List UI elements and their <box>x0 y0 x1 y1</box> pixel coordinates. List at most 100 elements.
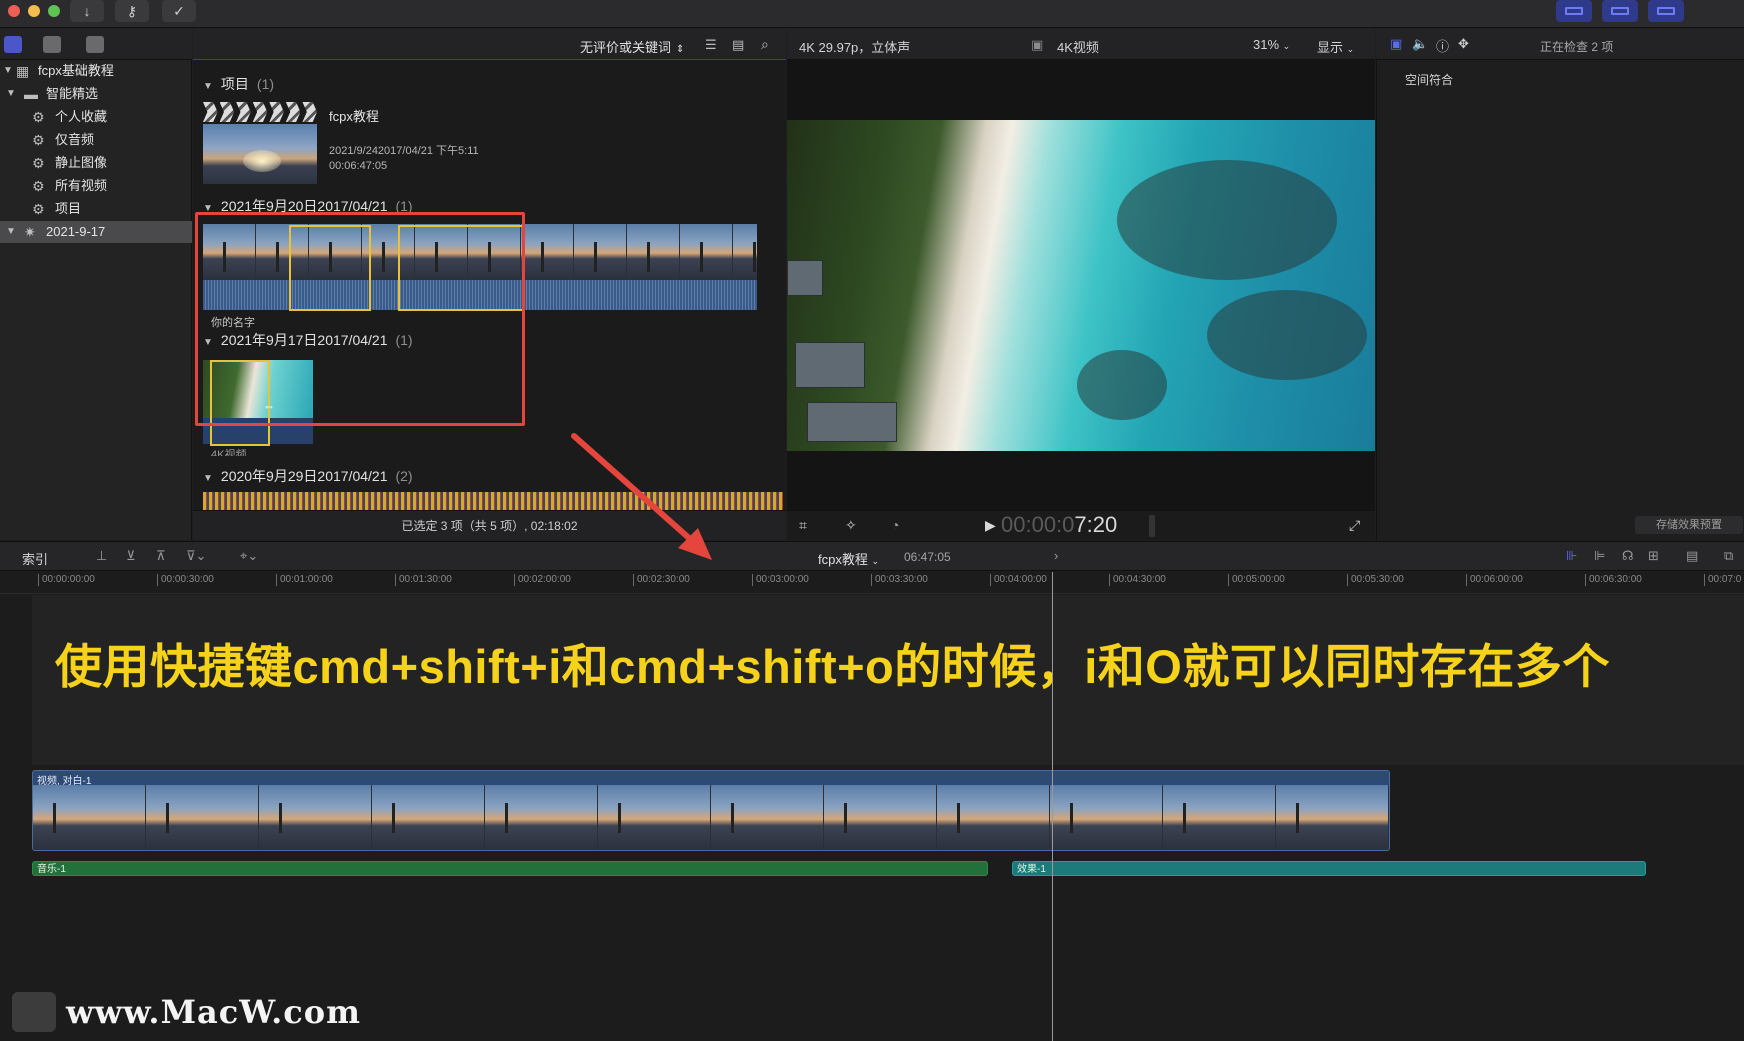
sidebar-item-favorites[interactable]: ⚙ 个人收藏 <box>0 106 192 128</box>
sidebar-item-stills[interactable]: ⚙ 静止图像 <box>0 152 192 174</box>
photos-audio-icon[interactable] <box>43 36 61 53</box>
tutorial-caption: 使用快捷键cmd+shift+i和cmd+shift+o的时候，i和O就可以同时… <box>55 640 1610 693</box>
insert-clip-icon[interactable]: ⊻ <box>126 548 136 564</box>
zoom-window-button[interactable] <box>48 5 60 17</box>
save-effects-preset-button[interactable]: 存储效果预置 <box>1635 516 1743 534</box>
background-tasks-icon[interactable]: ✓ <box>162 0 196 22</box>
viewer <box>787 60 1375 510</box>
project-clapper-icon <box>203 102 318 122</box>
group-header-projects[interactable]: ▼ 项目 (1) <box>203 74 274 94</box>
smart-folder-label: 智能精选 <box>46 86 99 101</box>
annotation-arrow <box>571 433 712 560</box>
updown-chevron-icon: ⇕ <box>676 44 685 55</box>
sidebar-item-projects[interactable]: ⚙ 项目 <box>0 198 192 220</box>
video-inspector-icon[interactable]: ▣ <box>1390 36 1402 52</box>
close-window-button[interactable] <box>8 5 20 17</box>
retime-speed-icon[interactable]: ◔ <box>891 517 899 533</box>
disclosure-icon[interactable]: ▼ <box>203 81 213 92</box>
chevron-right-icon[interactable]: › <box>1054 548 1058 563</box>
sidebar-item-event[interactable]: ▼ ✷ 2021-9-17 <box>0 221 192 243</box>
disclosure-icon[interactable]: ▼ <box>6 221 16 243</box>
filter-popup[interactable]: 无评价或关键词 ⇕ <box>580 37 684 56</box>
select-tool-icon[interactable]: ⌖⌄ <box>240 548 258 564</box>
connect-clip-icon[interactable]: ⊥ <box>96 548 107 564</box>
import-icon[interactable]: ↓ <box>70 0 104 22</box>
timecode-display[interactable]: 00:00:07:20 <box>1001 512 1117 538</box>
snapping-icon[interactable]: ⊞ <box>1648 548 1659 564</box>
info-icon[interactable]: ⓘ <box>1436 36 1449 55</box>
library-row[interactable]: ▼ ▦ fcpx基础教程 <box>0 60 192 82</box>
viewer-toolbar: 4K 29.97p，立体声 ▣ 4K视频 31% ⌄ 显示 ⌄ <box>787 29 1375 60</box>
inspector-toolbar: ▣ 🔈 ⓘ ✥ 正在检查 2 项 <box>1376 29 1744 60</box>
gear-icon: ⚙ <box>32 132 45 148</box>
format-label: 4K 29.97p，立体声 <box>799 40 911 55</box>
browser-toolbar: 无评价或关键词 ⇕ ☰ ▤ ⌕ <box>193 29 786 60</box>
gear-icon: ⚙ <box>32 109 45 125</box>
zoom-popup[interactable]: 31% ⌄ <box>1253 37 1290 52</box>
show-inspector-button[interactable] <box>1648 0 1684 22</box>
timeline-ruler[interactable]: 00:00:00:00 00:00:30:00 00:01:00:00 00:0… <box>0 572 1744 594</box>
display-popup[interactable]: 显示 ⌄ <box>1317 37 1354 56</box>
viewer-title: 4K视频 <box>1057 40 1099 55</box>
timeline-index-icon[interactable]: ⧉ <box>1724 548 1733 564</box>
transform-icon[interactable]: ✥ <box>1458 36 1469 52</box>
gear-icon: ⚙ <box>32 178 45 194</box>
event-star-icon: ✷ <box>24 224 36 240</box>
clip-appearance-icon[interactable]: ▤ <box>732 37 744 53</box>
project-name[interactable]: fcpx教程 <box>329 106 379 125</box>
minimize-window-button[interactable] <box>28 5 40 17</box>
audio-skimming-icon[interactable]: ⊫ <box>1594 548 1605 564</box>
headphones-icon[interactable]: ☊ <box>1622 548 1634 564</box>
clip-appearance-icon[interactable]: ▤ <box>1686 548 1698 564</box>
titles-generators-icon[interactable] <box>86 36 104 53</box>
macw-logo-icon <box>12 992 56 1032</box>
video-frame[interactable] <box>787 120 1375 451</box>
project-popup[interactable]: fcpx教程 ⌄ <box>818 549 879 568</box>
gear-icon: ⚙ <box>32 201 45 217</box>
timeline-toolbar: 索引 ⊥ ⊻ ⊼ ⊽⌄ ⌖⌄ fcpx教程 ⌄ 06:47:05 › ⊪ ⊫ ☊… <box>0 541 1744 571</box>
viewer-controls: ⌗ ✧ ◔ ▶ 00:00:07:20 ⤢ <box>787 510 1375 540</box>
keyword-key-icon[interactable]: ⚷ <box>115 0 149 22</box>
sidebar-item-audio-only[interactable]: ⚙ 仅音频 <box>0 129 192 151</box>
overwrite-clip-icon[interactable]: ⊽⌄ <box>186 548 206 564</box>
show-library-button[interactable] <box>1556 0 1592 22</box>
chevron-down-icon: ⌄ <box>1346 44 1355 54</box>
skimming-icon[interactable]: ⊪ <box>1566 548 1577 564</box>
index-button[interactable]: 索引 <box>22 549 48 568</box>
smart-folder-row[interactable]: ▼ ▬ 智能精选 <box>0 83 192 105</box>
annotation-highlight-box <box>195 212 525 426</box>
clip-name-label: 4K视频 <box>211 449 247 456</box>
library-icon: ▦ <box>16 63 30 79</box>
sidebar-item-all-video[interactable]: ⚙ 所有视频 <box>0 175 192 197</box>
gear-icon: ⚙ <box>32 155 45 171</box>
window-titlebar: ↓ ⚷ ✓ <box>0 0 1744 28</box>
watermark: www.MacW.com <box>12 990 361 1034</box>
library-toolbar <box>0 29 192 60</box>
video-clip-primary[interactable]: 视频, 对白-1 <box>32 770 1390 851</box>
disclosure-icon[interactable]: ▼ <box>3 60 13 82</box>
inspector-pane: 空间符合 存储效果预置 <box>1376 60 1744 540</box>
playhead[interactable] <box>1052 572 1053 1041</box>
audio-inspector-icon[interactable]: 🔈 <box>1412 36 1428 52</box>
libraries-sidebar: ▼ ▦ fcpx基础教程 ▼ ▬ 智能精选 ⚙ 个人收藏 ⚙ 仅音频 ⚙ 静止图… <box>0 60 192 540</box>
film-icon: ▣ <box>1031 37 1044 52</box>
library-label: fcpx基础教程 <box>38 63 114 78</box>
crop-icon[interactable]: ⌗ <box>799 517 807 534</box>
list-view-icon[interactable]: ☰ <box>705 37 717 53</box>
chevron-down-icon: ⌄ <box>871 556 880 566</box>
show-timeline-button[interactable] <box>1602 0 1638 22</box>
append-clip-icon[interactable]: ⊼ <box>156 548 166 564</box>
effects-clip[interactable]: 效果-1 <box>1012 861 1646 876</box>
play-icon[interactable]: ▶ <box>985 517 996 534</box>
enhance-wand-icon[interactable]: ✧ <box>845 517 857 534</box>
group-header-event-3[interactable]: ▼ 2020年9月29日2017/04/21 (2) <box>203 466 413 486</box>
project-duration: 00:06:47:05 <box>329 160 388 172</box>
spatial-conform-label[interactable]: 空间符合 <box>1405 71 1453 88</box>
libraries-icon[interactable] <box>4 36 22 53</box>
project-thumbnail[interactable] <box>203 124 317 184</box>
disclosure-icon[interactable]: ▼ <box>203 473 213 484</box>
music-clip[interactable]: 音乐-1 <box>32 861 988 876</box>
search-icon[interactable]: ⌕ <box>761 36 769 53</box>
disclosure-icon[interactable]: ▼ <box>6 83 16 105</box>
fullscreen-icon[interactable]: ⤢ <box>1349 517 1360 534</box>
